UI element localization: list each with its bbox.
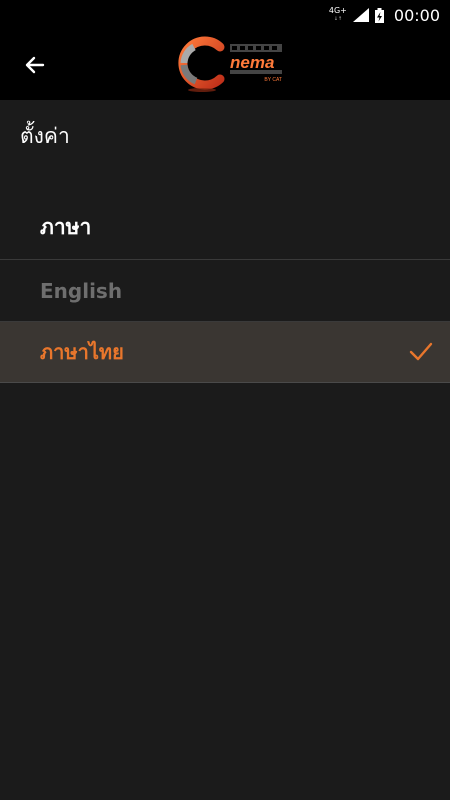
network-type: 4G+	[328, 6, 347, 15]
network-indicator: 4G+ ↓↑	[329, 7, 347, 23]
status-bar: 4G+ ↓↑ 00:00	[0, 0, 450, 30]
language-option-label: English	[40, 279, 123, 303]
language-section-header: ภาษา	[0, 196, 450, 260]
cinema-logo: nema BY CAT	[178, 36, 282, 92]
clock: 00:00	[393, 5, 440, 25]
arrow-left-icon	[25, 56, 45, 74]
back-button[interactable]	[14, 44, 56, 86]
page-title: ตั้งค่า	[20, 124, 70, 148]
language-option-thai[interactable]: ภาษาไทย	[0, 322, 450, 383]
network-activity: ↓↑	[333, 16, 343, 22]
language-option-label: ภาษาไทย	[40, 340, 124, 364]
logo-subtext: BY CAT	[264, 77, 282, 83]
app-bar: nema BY CAT	[0, 30, 450, 100]
language-option-english[interactable]: English	[0, 261, 450, 322]
signal-icon	[352, 8, 369, 22]
check-icon	[409, 342, 433, 361]
battery-icon	[374, 7, 384, 23]
logo-text: nema	[230, 53, 274, 72]
